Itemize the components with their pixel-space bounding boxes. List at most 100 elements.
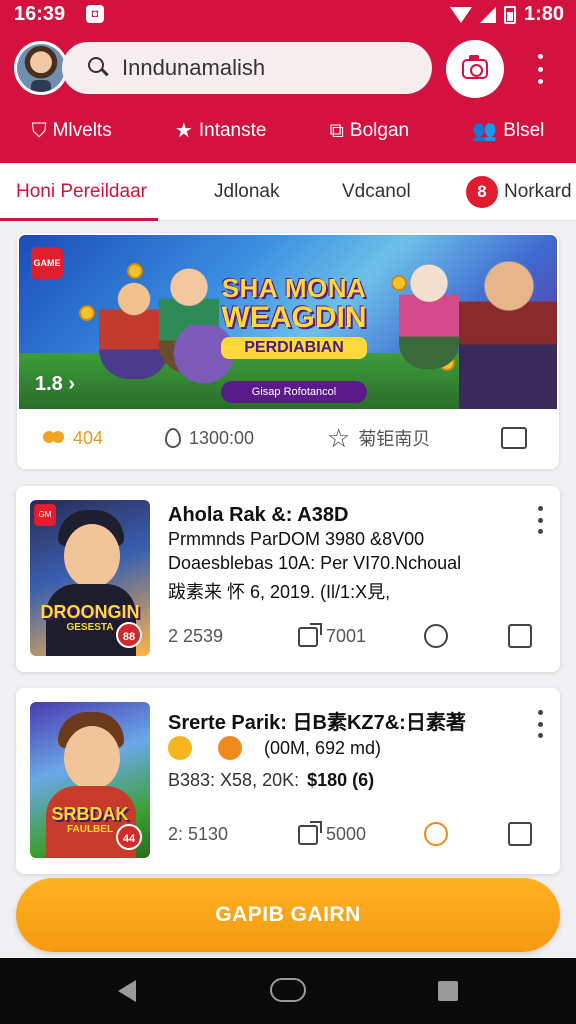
bookmark-button[interactable] [508, 624, 532, 648]
share-count: 7001 [326, 626, 367, 646]
banner-pill: Gisap Rofotancol [221, 381, 367, 403]
search-input[interactable]: Inndunamalish [122, 55, 265, 81]
bookmark-icon [508, 624, 532, 648]
tab-label: Norkard [504, 181, 572, 202]
tab-norkard[interactable]: 8 Norkard [466, 163, 572, 221]
tab-honi-pereildaar[interactable]: Honi Pereildaar [16, 163, 147, 221]
camera-icon [462, 55, 488, 79]
coins-icon [43, 431, 65, 445]
back-icon[interactable] [118, 980, 136, 1002]
banner-title: SHA MONA [221, 273, 367, 303]
header-more-icon[interactable] [530, 54, 550, 84]
tab-bar: Honi Pereildaar Jdlonak Vdcanol 8 Norkar… [0, 163, 576, 221]
bookmark-icon [508, 822, 532, 846]
bookmark-button[interactable] [501, 427, 527, 449]
status-icons: 1:80 [449, 3, 564, 26]
location-value: 1300:00 [189, 427, 255, 448]
banner-subtitle: PERDIABIAN [221, 337, 367, 359]
favorite-label: 菊钜南贝 [358, 429, 431, 449]
post-thumbnail[interactable]: GM DROONGIN GESESTA 88 [30, 500, 150, 656]
share-icon [298, 820, 322, 845]
banner-title: WEAGDIN [221, 301, 367, 334]
bookmark-icon [501, 427, 527, 449]
react-icon [424, 624, 448, 648]
emoji-icon [218, 736, 242, 760]
share-button[interactable]: 7001 [298, 622, 367, 647]
star-outline-icon: ☆ [327, 423, 351, 453]
react-button[interactable] [424, 624, 448, 648]
notification-icon: ◘ [86, 5, 104, 23]
post-title[interactable]: Srerte Parik: 日B素KZ7&:日素著 [168, 706, 466, 735]
share-icon [298, 622, 322, 647]
post-thumbnail[interactable]: SRBDAK FAULBEL 44 [30, 702, 150, 858]
react-icon [424, 822, 448, 846]
post-line: Prmmnds ParDOM 3980 &8V00 [168, 529, 425, 549]
category-blsel[interactable]: 👥 Blsel [472, 120, 544, 142]
tab-label: Honi Pereildaar [16, 181, 147, 202]
post-line: (00M, 692 md) [264, 737, 382, 758]
post-reactions: (00M, 692 md) [168, 736, 381, 760]
bookmark-button[interactable] [508, 822, 532, 846]
camera-button[interactable] [446, 40, 504, 98]
post-more-icon[interactable] [537, 710, 543, 738]
game-logo-badge: GM [34, 504, 56, 526]
active-tab-indicator [0, 218, 158, 221]
category-label: Mlvelts [52, 120, 112, 141]
post-title[interactable]: Ahola Rak &: A38D [168, 504, 348, 527]
react-button[interactable] [424, 822, 448, 846]
primary-cta-button[interactable]: GAPIB GAIRN [16, 878, 560, 952]
shield-icon: ⛉ [31, 120, 47, 142]
status-time: 16:39 [14, 3, 66, 25]
avatar-image [17, 44, 65, 92]
category-mlvelts[interactable]: ⛉ Mlvelts [32, 120, 112, 142]
status-right-time: 1:80 [523, 3, 564, 25]
recents-icon[interactable] [438, 981, 458, 1001]
favorite-button[interactable]: ☆ 菊钜南贝 [327, 425, 430, 451]
cta-label: GAPIB GAIRN [215, 903, 361, 926]
post-more-icon[interactable] [537, 506, 543, 534]
location-stat[interactable]: 1300:00 [165, 428, 254, 449]
status-bar: 16:39 ◘ 1:80 [0, 0, 576, 30]
featured-banner[interactable]: GAME SHA MONA WEAGDIN PERDIABIAN Gisap R… [19, 235, 557, 409]
system-nav-bar [0, 958, 576, 1024]
battery-icon [503, 5, 516, 24]
featured-stats: 404 1300:00 ☆ 菊钜南贝 [17, 411, 559, 465]
views-stat: 2 2539 [168, 626, 223, 647]
list-item[interactable]: GM DROONGIN GESESTA 88 Ahola Rak &: A38D… [16, 486, 560, 672]
avatar[interactable] [14, 41, 68, 95]
home-icon[interactable] [270, 978, 306, 1002]
views-count: 2: 5130 [168, 824, 229, 844]
pin-icon [165, 428, 181, 448]
banner-character [399, 259, 459, 369]
tab-jdlonak[interactable]: Jdlonak [214, 163, 280, 221]
share-count: 5000 [326, 824, 367, 844]
post-line: Doaesblebas 10A: Per VI70.Nchoual [168, 553, 462, 573]
star-icon: ★ [174, 120, 193, 142]
box-icon: ⧉ [329, 120, 344, 142]
likes-count: 404 [73, 427, 104, 448]
category-label: Bolgan [349, 120, 410, 141]
post-line: B383: X58, 20K: [168, 770, 300, 790]
featured-card[interactable]: GAME SHA MONA WEAGDIN PERDIABIAN Gisap R… [17, 233, 559, 469]
category-bolgan[interactable]: ⧉ Bolgan [330, 120, 409, 142]
thumb-title: DROONGIN [40, 602, 140, 622]
search-bar[interactable]: Inndunamalish [62, 42, 432, 94]
users-icon: 👥 [472, 120, 498, 142]
thumb-title: SRBDAK [51, 804, 129, 824]
category-label: Blsel [503, 120, 545, 141]
game-logo-badge: GAME [31, 247, 63, 279]
category-row: ⛉ Mlvelts ★ Intanste ⧉ Bolgan 👥 Blsel [0, 110, 576, 152]
banner-pager: 1.8 › [35, 373, 76, 395]
emoji-icon [168, 736, 192, 760]
category-label: Intanste [198, 120, 267, 141]
post-line: 跋素来 怀 6, 2019. (Il/1:X見, [168, 582, 391, 602]
tab-label: Jdlonak [214, 181, 280, 202]
likes-stat[interactable]: 404 [43, 428, 103, 449]
tab-label: Vdcanol [342, 181, 411, 202]
list-item[interactable]: SRBDAK FAULBEL 44 Srerte Parik: 日B素KZ7&:… [16, 688, 560, 874]
post-price: $180 (6) [307, 770, 375, 790]
post-price-row: B383: X58, 20K: $180 (6) [168, 770, 374, 791]
category-intanste[interactable]: ★ Intanste [175, 120, 267, 142]
tab-vdcanol[interactable]: Vdcanol [342, 163, 411, 221]
share-button[interactable]: 5000 [298, 820, 367, 845]
